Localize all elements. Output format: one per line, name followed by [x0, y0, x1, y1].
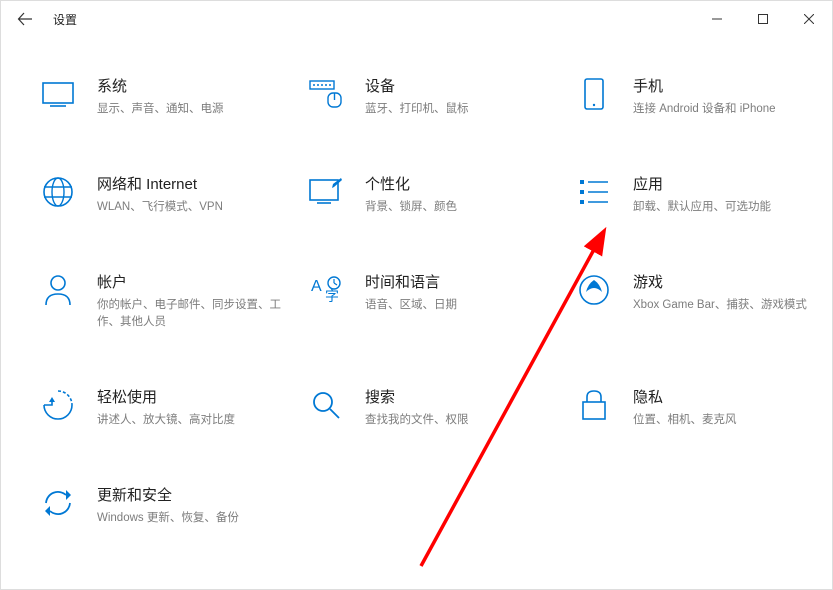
category-desc: 蓝牙、打印机、鼠标: [365, 101, 567, 118]
maximize-button[interactable]: [740, 3, 786, 35]
time-language-icon: A字: [309, 273, 343, 307]
category-desc: 讲述人、放大镜、高对比度: [97, 412, 299, 429]
category-title: 搜索: [365, 388, 567, 408]
privacy-icon: [577, 388, 611, 422]
category-search[interactable]: 搜索 查找我的文件、权限: [309, 388, 567, 428]
back-button[interactable]: [15, 9, 35, 29]
category-title: 帐户: [97, 273, 299, 293]
network-icon: [41, 175, 75, 209]
category-desc: 卸载、默认应用、可选功能: [633, 199, 833, 216]
update-icon: [41, 486, 75, 520]
category-desc: 连接 Android 设备和 iPhone: [633, 101, 833, 118]
close-icon: [804, 14, 814, 24]
window-title: 设置: [53, 11, 77, 28]
category-title: 系统: [97, 77, 299, 97]
ease-of-access-icon: [41, 388, 75, 422]
apps-icon: [577, 175, 611, 209]
category-title: 应用: [633, 175, 833, 195]
category-title: 网络和 Internet: [97, 175, 299, 195]
close-button[interactable]: [786, 3, 832, 35]
svg-text:A: A: [311, 278, 322, 295]
category-title: 游戏: [633, 273, 833, 293]
category-gaming[interactable]: 游戏 Xbox Game Bar、捕获、游戏模式: [577, 273, 833, 330]
category-desc: 你的帐户、电子邮件、同步设置、工作、其他人员: [97, 297, 299, 330]
maximize-icon: [758, 14, 768, 24]
phone-icon: [577, 77, 611, 111]
category-title: 轻松使用: [97, 388, 299, 408]
category-desc: 位置、相机、麦克风: [633, 412, 833, 429]
category-time[interactable]: A字 时间和语言 语音、区域、日期: [309, 273, 567, 330]
accounts-icon: [41, 273, 75, 307]
minimize-icon: [712, 14, 722, 24]
category-desc: 显示、声音、通知、电源: [97, 101, 299, 118]
minimize-button[interactable]: [694, 3, 740, 35]
category-desc: WLAN、飞行模式、VPN: [97, 199, 299, 216]
category-accounts[interactable]: 帐户 你的帐户、电子邮件、同步设置、工作、其他人员: [41, 273, 299, 330]
gaming-icon: [577, 273, 611, 307]
category-system[interactable]: 系统 显示、声音、通知、电源: [41, 77, 299, 117]
category-phone[interactable]: 手机 连接 Android 设备和 iPhone: [577, 77, 833, 117]
back-arrow-icon: [17, 11, 33, 27]
category-desc: Windows 更新、恢复、备份: [97, 510, 299, 527]
category-title: 更新和安全: [97, 486, 299, 506]
devices-icon: [309, 77, 343, 111]
category-personalization[interactable]: 个性化 背景、锁屏、颜色: [309, 175, 567, 215]
category-desc: 查找我的文件、权限: [365, 412, 567, 429]
category-desc: Xbox Game Bar、捕获、游戏模式: [633, 297, 833, 314]
category-title: 隐私: [633, 388, 833, 408]
category-update[interactable]: 更新和安全 Windows 更新、恢复、备份: [41, 486, 299, 526]
personalization-icon: [309, 175, 343, 209]
category-title: 个性化: [365, 175, 567, 195]
category-ease[interactable]: 轻松使用 讲述人、放大镜、高对比度: [41, 388, 299, 428]
category-privacy[interactable]: 隐私 位置、相机、麦克风: [577, 388, 833, 428]
titlebar: 设置: [1, 1, 832, 37]
category-apps[interactable]: 应用 卸载、默认应用、可选功能: [577, 175, 833, 215]
category-devices[interactable]: 设备 蓝牙、打印机、鼠标: [309, 77, 567, 117]
category-desc: 语音、区域、日期: [365, 297, 567, 314]
category-desc: 背景、锁屏、颜色: [365, 199, 567, 216]
search-icon: [309, 388, 343, 422]
category-title: 时间和语言: [365, 273, 567, 293]
svg-text:字: 字: [325, 288, 339, 304]
category-network[interactable]: 网络和 Internet WLAN、飞行模式、VPN: [41, 175, 299, 215]
category-title: 手机: [633, 77, 833, 97]
system-icon: [41, 77, 75, 111]
category-title: 设备: [365, 77, 567, 97]
